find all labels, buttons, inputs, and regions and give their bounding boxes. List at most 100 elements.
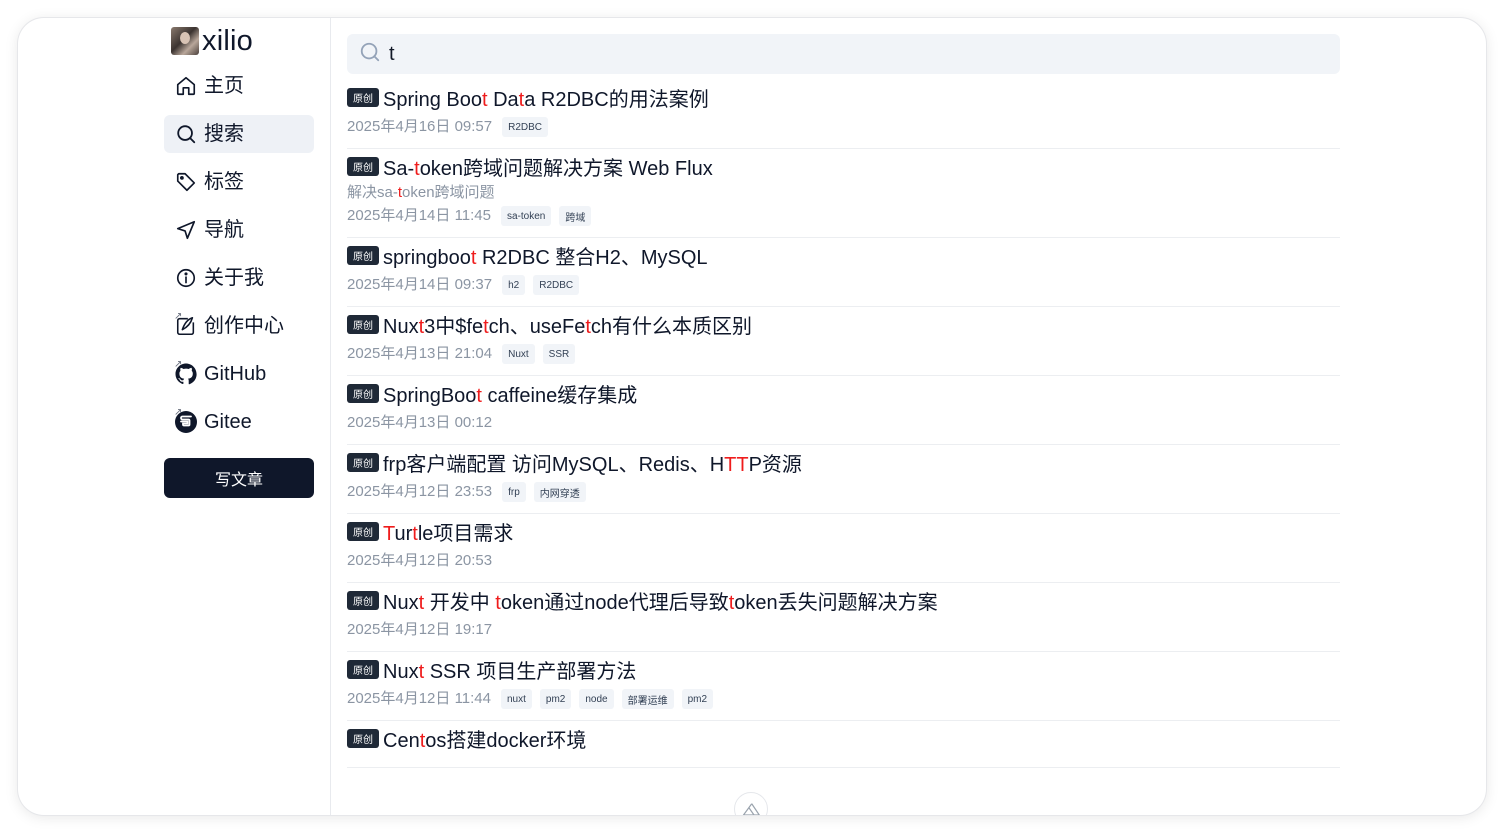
nuxt-logo-icon[interactable] xyxy=(734,792,768,815)
result-item[interactable]: 原创 Centos搭建docker环境 xyxy=(347,721,1340,768)
sidebar-divider xyxy=(330,18,331,815)
sidebar-item-edit[interactable]: 创作中心 ↗ xyxy=(164,307,314,345)
result-meta: 2025年4月12日 23:53 frp 内网穿透 xyxy=(347,479,1340,502)
result-meta: 2025年4月14日 11:45 sa-token 跨域 xyxy=(347,203,1340,226)
result-item[interactable]: 原创 Nuxt3中$fetch、useFetch有什么本质区别 2025年4月13日… xyxy=(347,307,1340,376)
result-meta: 2025年4月14日 09:37 h2 R2DBC xyxy=(347,272,1340,295)
sidebar-item-label: 导航 xyxy=(204,219,244,241)
title-segment: P资源 xyxy=(748,453,802,476)
highlight-match: TT xyxy=(724,453,749,476)
original-badge: 原创 xyxy=(347,314,379,334)
result-title-row: 原创 Turtle项目需求 xyxy=(347,514,1340,548)
result-date: 2025年4月13日 21:04 xyxy=(347,344,493,362)
result-item[interactable]: 原创 Turtle项目需求 2025年4月12日 20:53 xyxy=(347,514,1340,583)
sidebar-item-tag[interactable]: 标签 xyxy=(164,163,314,201)
result-meta: 2025年4月12日 19:17 xyxy=(347,617,1340,639)
result-title-link[interactable]: Sa-token跨域问题解决方案 Web Flux xyxy=(383,152,713,181)
title-segment: a R2DBC的用法案例 xyxy=(524,88,709,111)
sidebar-item-label: 主页 xyxy=(204,75,244,97)
tag-chip[interactable]: R2DBC xyxy=(502,117,549,137)
result-meta: 2025年4月12日 11:44 nuxt pm2 node 部署运维 pm2 xyxy=(347,686,1340,709)
title-segment: os搭建docker环境 xyxy=(425,729,587,752)
result-item[interactable]: 原创 springboot R2DBC 整合H2、MySQL 2025年4月14日 … xyxy=(347,238,1340,307)
sidebar-item-github[interactable]: GitHub ↗ xyxy=(164,355,314,393)
brand[interactable]: xilio xyxy=(171,26,253,56)
search-bar[interactable] xyxy=(347,34,1340,74)
tag-chip[interactable]: h2 xyxy=(502,275,526,295)
sidebar-item-label: 创作中心 xyxy=(204,315,284,337)
tag-chip[interactable]: sa-token xyxy=(501,206,552,226)
result-meta: 2025年4月13日 00:12 xyxy=(347,410,1340,432)
title-segment: Nux xyxy=(383,660,419,683)
tag-chip[interactable]: Nuxt xyxy=(502,344,535,364)
external-link-icon: ↗ xyxy=(174,311,183,322)
sidebar-item-search[interactable]: 搜索 xyxy=(164,115,314,153)
sidebar-item-gitee[interactable]: Gitee ↗ xyxy=(164,403,314,441)
external-link-icon: ↗ xyxy=(174,407,183,418)
result-date: 2025年4月16日 09:57 xyxy=(347,117,493,135)
home-icon xyxy=(174,74,198,98)
result-item[interactable]: 原创 Nuxt 开发中 token通过node代理后导致token丢失问题解决方案… xyxy=(347,583,1340,652)
brand-name: xilio xyxy=(202,25,253,57)
tag-chip[interactable]: R2DBC xyxy=(533,275,580,295)
sidebar-item-home[interactable]: 主页 xyxy=(164,67,314,105)
result-title-link[interactable]: Nuxt3中$fetch、useFetch有什么本质区别 xyxy=(383,310,752,339)
result-title-link[interactable]: Centos搭建docker环境 xyxy=(383,724,586,753)
tag-chip[interactable]: 部署运维 xyxy=(621,689,674,709)
sidebar-item-navigation[interactable]: 导航 xyxy=(164,211,314,249)
tag-chip[interactable]: pm2 xyxy=(539,689,572,709)
result-item[interactable]: 原创 Nuxt SSR 项目生产部署方法 2025年4月12日 11:44 nuxt p… xyxy=(347,652,1340,721)
tag-chip[interactable]: 内网穿透 xyxy=(533,482,586,502)
title-segment: Nux xyxy=(383,591,419,614)
result-title-row: 原创 Centos搭建docker环境 xyxy=(347,721,1340,755)
result-date: 2025年4月12日 23:53 xyxy=(347,482,493,500)
result-meta: 2025年4月12日 20:53 xyxy=(347,548,1340,570)
title-segment: ch、useFe xyxy=(488,315,586,338)
title-segment: ur xyxy=(394,522,413,545)
navigation-icon xyxy=(174,218,198,242)
result-date: 2025年4月12日 20:53 xyxy=(347,551,493,569)
tag-chip[interactable]: pm2 xyxy=(681,689,714,709)
tag-chip[interactable]: nuxt xyxy=(501,689,532,709)
result-title-link[interactable]: springboot R2DBC 整合H2、MySQL xyxy=(383,241,708,270)
sidebar: xilio 主页搜索标签导航关于我创作中心 ↗ GitHub ↗ Gitee ↗ 写文章 xyxy=(164,18,330,815)
result-item[interactable]: 原创 Sa-token跨域问题解决方案 Web Flux 解决sa-token跨域问… xyxy=(347,149,1340,238)
result-item[interactable]: 原创 SpringBoot caffeine缓存集成 2025年4月13日 00:1… xyxy=(347,376,1340,445)
result-meta: 2025年4月13日 21:04 Nuxt SSR xyxy=(347,341,1340,364)
result-item[interactable]: 原创 Spring Boot Data R2DBC的用法案例 2025年4月16日 … xyxy=(347,80,1340,149)
title-segment: Sa- xyxy=(383,157,415,180)
result-title-row: 原创 Nuxt 开发中 token通过node代理后导致token丢失问题解决方案 xyxy=(347,583,1340,617)
result-title-link[interactable]: SpringBoot caffeine缓存集成 xyxy=(383,379,637,408)
result-title-link[interactable]: frp客户端配置 访问MySQL、Redis、HTTP资源 xyxy=(383,448,802,477)
tag-chip[interactable]: node xyxy=(579,689,614,709)
desc-segment: 解决sa- xyxy=(347,184,398,201)
original-badge: 原创 xyxy=(347,521,379,541)
search-icon xyxy=(359,41,381,68)
title-segment: le项目需求 xyxy=(417,522,514,545)
result-description: 解决sa-token跨域问题 xyxy=(347,183,1340,203)
title-segment: oken跨域问题解决方案 Web Flux xyxy=(419,157,713,180)
title-segment: SSR 项目生产部署方法 xyxy=(424,660,637,683)
result-title-row: 原创 frp客户端配置 访问MySQL、Redis、HTTP资源 xyxy=(347,445,1340,479)
sidebar-item-label: 搜索 xyxy=(204,123,244,145)
search-input[interactable] xyxy=(389,42,1289,66)
sidebar-item-info[interactable]: 关于我 xyxy=(164,259,314,297)
title-segment: ch有什么本质区别 xyxy=(590,315,753,338)
result-date: 2025年4月12日 11:44 xyxy=(347,689,491,707)
result-title-row: 原创 Nuxt3中$fetch、useFetch有什么本质区别 xyxy=(347,307,1340,341)
original-badge: 原创 xyxy=(347,87,379,107)
result-title-link[interactable]: Nuxt SSR 项目生产部署方法 xyxy=(383,655,636,684)
tag-chip[interactable]: 跨域 xyxy=(559,206,592,226)
result-title-row: 原创 Sa-token跨域问题解决方案 Web Flux xyxy=(347,149,1340,183)
original-badge: 原创 xyxy=(347,156,379,176)
tag-chip[interactable]: frp xyxy=(502,482,526,502)
tag-chip[interactable]: SSR xyxy=(542,344,576,364)
title-segment: 3中$fe xyxy=(424,315,484,338)
result-title-link[interactable]: Spring Boot Data R2DBC的用法案例 xyxy=(383,83,709,112)
write-article-button[interactable]: 写文章 xyxy=(164,458,314,498)
result-title-link[interactable]: Nuxt 开发中 token通过node代理后导致token丢失问题解决方案 xyxy=(383,586,938,615)
result-date: 2025年4月14日 11:45 xyxy=(347,206,491,224)
original-badge: 原创 xyxy=(347,728,379,748)
result-item[interactable]: 原创 frp客户端配置 访问MySQL、Redis、HTTP资源 2025年4月12… xyxy=(347,445,1340,514)
result-title-link[interactable]: Turtle项目需求 xyxy=(383,517,513,546)
